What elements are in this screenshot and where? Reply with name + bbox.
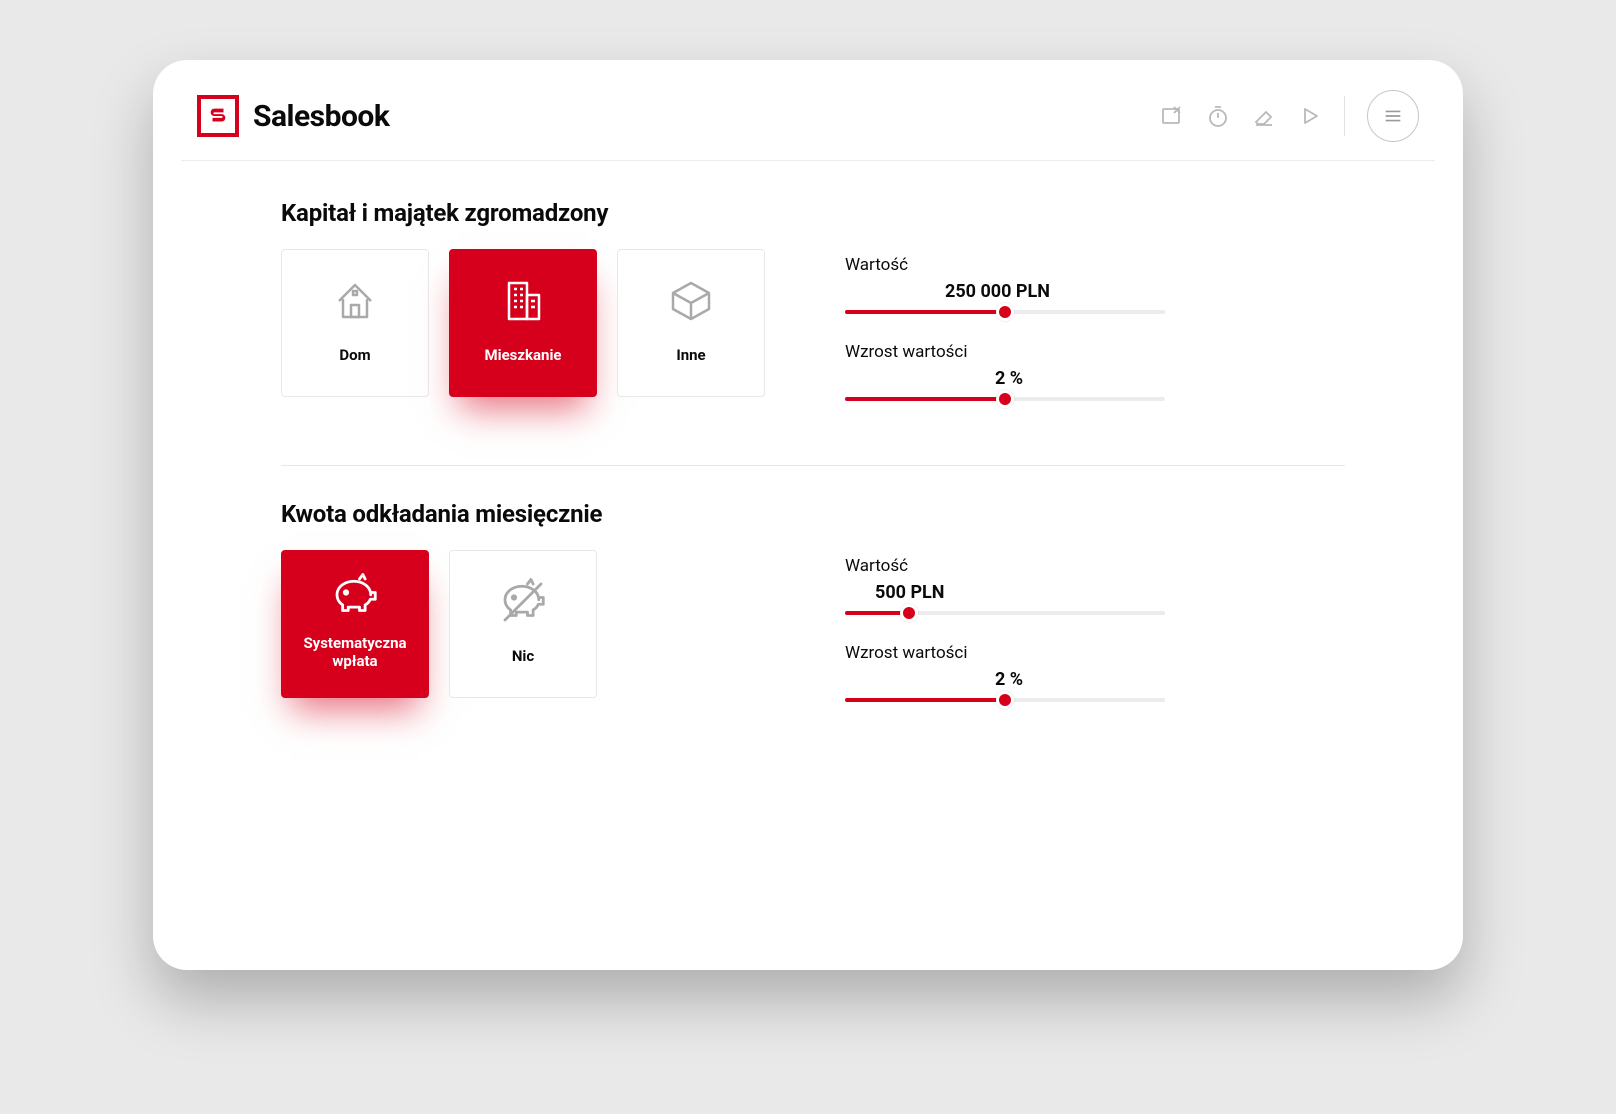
house-icon: [328, 274, 382, 328]
card-label: Inne: [676, 346, 705, 364]
section2-sliders: Wartość 500 PLN Wzrost wartości 2 %: [845, 550, 1345, 730]
slider-value: Wartość 500 PLN: [845, 556, 1345, 615]
slider-label: Wzrost wartości: [845, 342, 1345, 362]
timer-icon[interactable]: [1206, 104, 1230, 128]
card-mieszkanie[interactable]: Mieszkanie: [449, 249, 597, 397]
piggy-slash-icon: [496, 575, 550, 629]
brand-name: Salesbook: [253, 99, 389, 134]
section1-body: Dom Mieszkanie: [281, 249, 1345, 429]
brand-logo: [197, 95, 239, 137]
slider-track[interactable]: [845, 698, 1165, 702]
slider-fill: [845, 310, 1005, 314]
slider-track[interactable]: [845, 611, 1165, 615]
menu-button[interactable]: [1367, 90, 1419, 142]
slider-fill: [845, 698, 1005, 702]
section2-title: Kwota odkładania miesięcznie: [281, 500, 1345, 528]
section1-title: Kapitał i majątek zgromadzony: [281, 199, 1345, 227]
main-content: Kapitał i majątek zgromadzony Dom: [181, 161, 1435, 730]
slider-track[interactable]: [845, 397, 1165, 401]
slider-value: Wartość 250 000 PLN: [845, 255, 1345, 314]
card-label: Nic: [512, 647, 534, 665]
card-nic[interactable]: Nic: [449, 550, 597, 698]
slider-value-display: 2 %: [845, 669, 1345, 690]
slider-knob[interactable]: [996, 691, 1014, 709]
card-label: Systematyczna wpłata: [290, 634, 420, 670]
section2-cards: Systematyczna wpłata Nic: [281, 550, 597, 698]
slider-label: Wartość: [845, 556, 1345, 576]
slider-label: Wzrost wartości: [845, 643, 1345, 663]
eraser-icon[interactable]: [1252, 104, 1276, 128]
edit-icon[interactable]: [1160, 104, 1184, 128]
slider-knob[interactable]: [996, 303, 1014, 321]
play-icon[interactable]: [1298, 104, 1322, 128]
toolbar-divider: [1344, 96, 1345, 136]
piggy-icon: [328, 570, 382, 624]
app-window: Salesbook: [153, 60, 1463, 970]
brand: Salesbook: [197, 95, 389, 137]
slider-label: Wartość: [845, 255, 1345, 275]
section-divider: [281, 465, 1345, 466]
card-label: Dom: [339, 346, 370, 364]
slider-fill: [845, 397, 1005, 401]
building-icon: [496, 274, 550, 328]
cube-icon: [664, 274, 718, 328]
s-logo-icon: [207, 105, 229, 127]
slider-knob[interactable]: [900, 604, 918, 622]
slider-growth: Wzrost wartości 2 %: [845, 643, 1345, 702]
toolbar: [1160, 90, 1419, 142]
slider-growth: Wzrost wartości 2 %: [845, 342, 1345, 401]
slider-value-display: 500 PLN: [845, 582, 1345, 603]
card-dom[interactable]: Dom: [281, 249, 429, 397]
app-header: Salesbook: [181, 90, 1435, 161]
card-label: Mieszkanie: [484, 346, 561, 364]
section2-body: Systematyczna wpłata Nic: [281, 550, 1345, 730]
slider-knob[interactable]: [996, 390, 1014, 408]
section1-sliders: Wartość 250 000 PLN Wzrost wartości 2 %: [845, 249, 1345, 429]
slider-track[interactable]: [845, 310, 1165, 314]
slider-value-display: 250 000 PLN: [845, 281, 1345, 302]
hamburger-icon: [1382, 105, 1404, 127]
card-inne[interactable]: Inne: [617, 249, 765, 397]
card-systematyczna[interactable]: Systematyczna wpłata: [281, 550, 429, 698]
slider-value-display: 2 %: [845, 368, 1345, 389]
section1-cards: Dom Mieszkanie: [281, 249, 765, 397]
